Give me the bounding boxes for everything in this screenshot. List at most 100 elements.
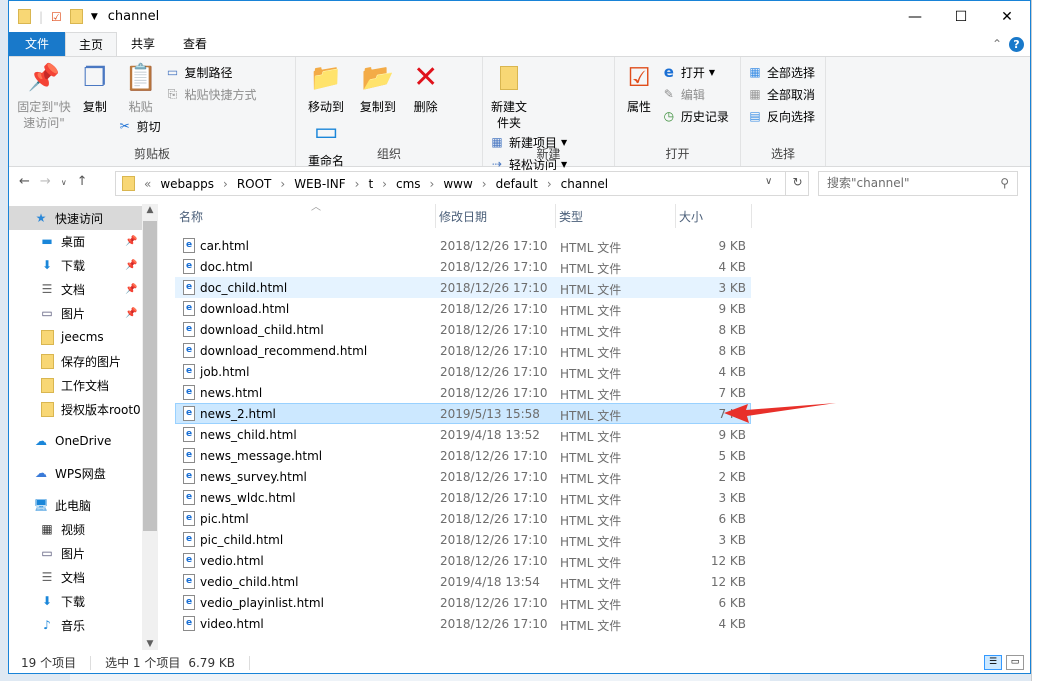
help-icon[interactable]: ?: [1009, 37, 1024, 52]
search-input[interactable]: 搜索"channel" ⚲: [818, 171, 1018, 196]
breadcrumb-chevron-icon[interactable]: ›: [280, 177, 285, 191]
tab-share[interactable]: 共享: [117, 32, 169, 56]
file-row[interactable]: e doc.html 2018/12/26 17:10 HTML 文件 4 KB: [175, 256, 751, 277]
copy-button[interactable]: ❐ 复制: [77, 61, 113, 115]
forward-button[interactable]: →: [40, 174, 51, 192]
paste-shortcut-button[interactable]: ⎘ 粘贴快捷方式: [164, 83, 257, 105]
paste-button[interactable]: 📋 粘贴: [117, 61, 165, 115]
sidebar-item-7[interactable]: 工作文档: [9, 373, 142, 397]
edit-button[interactable]: ✎ 编辑: [661, 83, 729, 105]
sidebar-item-4[interactable]: ▭ 图片 📌: [9, 301, 142, 325]
scrollbar-thumb[interactable]: [143, 221, 157, 531]
file-row[interactable]: e pic.html 2018/12/26 17:10 HTML 文件 6 KB: [175, 508, 751, 529]
tab-file[interactable]: 文件: [9, 32, 65, 56]
properties-button[interactable]: ☑ 属性: [621, 61, 657, 115]
sidebar-item-5[interactable]: jeecms: [9, 325, 142, 349]
sidebar-item-6[interactable]: 保存的图片: [9, 349, 142, 373]
file-row[interactable]: enews_2.html2019/5/13 15:58HTML 文件7 KB: [175, 403, 751, 424]
sidebar-item-16[interactable]: ♪ 音乐: [9, 613, 142, 637]
sidebar-item-1[interactable]: ▬ 桌面 📌: [9, 229, 142, 253]
refresh-button[interactable]: ↻: [785, 171, 809, 196]
breadcrumb-web-inf[interactable]: WEB-INF: [294, 177, 345, 191]
scroll-down-icon[interactable]: ▼: [142, 639, 158, 649]
breadcrumb-www[interactable]: www: [443, 177, 472, 191]
select-all-button[interactable]: ▦ 全部选择: [747, 61, 819, 83]
sidebar-item-0[interactable]: ★ 快速访问: [9, 206, 142, 230]
breadcrumb-t[interactable]: t: [368, 177, 373, 191]
file-row[interactable]: e news_survey.html 2018/12/26 17:10 HTML 文件…: [175, 466, 751, 487]
breadcrumb-chevron-icon[interactable]: ›: [355, 177, 360, 191]
open-button[interactable]: e 打开 ▼: [661, 61, 729, 83]
file-row[interactable]: e news_message.html 2018/12/26 17:10 HTML 文…: [175, 445, 751, 466]
file-row[interactable]: e job.html 2018/12/26 17:10 HTML 文件 4 KB: [175, 361, 751, 382]
column-date[interactable]: 修改日期: [435, 208, 555, 228]
pin-icon[interactable]: 📌: [125, 308, 137, 319]
navigation-scrollbar[interactable]: ▲ ▼: [142, 204, 158, 650]
copy-path-button[interactable]: ▭ 复制路径: [164, 61, 256, 83]
move-to-button[interactable]: 📁 移动到: [302, 61, 350, 115]
pin-icon[interactable]: 📌: [125, 260, 137, 271]
close-button[interactable]: ✕: [984, 1, 1030, 32]
breadcrumb-chevron-icon[interactable]: ›: [547, 177, 552, 191]
file-row[interactable]: e pic_child.html 2018/12/26 17:10 HTML 文件 3 …: [175, 529, 751, 550]
tab-view[interactable]: 查看: [169, 32, 221, 56]
file-row[interactable]: e download.html 2018/12/26 17:10 HTML 文件 9 K…: [175, 298, 751, 319]
new-folder-button[interactable]: 新建文件夹: [489, 61, 529, 131]
maximize-button[interactable]: ☐: [938, 1, 984, 32]
breadcrumb-chevron-icon[interactable]: ›: [223, 177, 228, 191]
file-row[interactable]: e download_recommend.html 2018/12/26 17:10…: [175, 340, 751, 361]
sidebar-item-14[interactable]: ☰ 文档: [9, 565, 142, 589]
properties-icon[interactable]: ☑: [51, 10, 62, 24]
delete-button[interactable]: ✕ 删除: [406, 61, 446, 115]
customize-dropdown-icon[interactable]: ▼: [91, 12, 98, 22]
new-folder-icon[interactable]: [69, 9, 83, 24]
history-button[interactable]: ◷ 历史记录: [661, 105, 729, 127]
scroll-up-icon[interactable]: ▲: [142, 205, 158, 215]
recent-dropdown-icon[interactable]: ∨: [61, 174, 67, 192]
collapse-ribbon-icon[interactable]: ⌃: [992, 37, 1002, 51]
file-row[interactable]: e video.html 2018/12/26 17:10 HTML 文件 4 KB: [175, 613, 751, 634]
file-row[interactable]: e vedio_child.html 2019/4/18 13:54 HTML 文件 1…: [175, 571, 751, 592]
copy-to-button[interactable]: 📂 复制到: [354, 61, 402, 115]
file-row[interactable]: e news_child.html 2019/4/18 13:52 HTML 文件 9 …: [175, 424, 751, 445]
file-row[interactable]: e vedio.html 2018/12/26 17:10 HTML 文件 12 KB: [175, 550, 751, 571]
large-icons-view-icon[interactable]: ▭: [1006, 655, 1024, 670]
breadcrumb-chevron-icon[interactable]: ›: [482, 177, 487, 191]
tab-home[interactable]: 主页: [65, 32, 117, 56]
up-button[interactable]: ↑: [77, 174, 88, 192]
file-row[interactable]: e download_child.html 2018/12/26 17:10 HTML…: [175, 319, 751, 340]
breadcrumb-default[interactable]: default: [496, 177, 538, 191]
invert-selection-button[interactable]: ▤ 反向选择: [747, 105, 819, 127]
sidebar-item-11[interactable]: 🖥 此电脑: [9, 493, 142, 517]
sidebar-item-2[interactable]: ⬇ 下载 📌: [9, 253, 142, 277]
sidebar-item-15[interactable]: ⬇ 下载: [9, 589, 142, 613]
cut-button[interactable]: ✂ 剪切: [117, 115, 161, 137]
file-row[interactable]: e vedio_playinlist.html 2018/12/26 17:10 HT…: [175, 592, 751, 613]
sidebar-item-9[interactable]: ☁ OneDrive: [9, 429, 142, 453]
file-row[interactable]: e news_wldc.html 2018/12/26 17:10 HTML 文件 3 …: [175, 487, 751, 508]
select-none-button[interactable]: ▦ 全部取消: [747, 83, 819, 105]
address-dropdown-icon[interactable]: ∨: [765, 176, 772, 187]
file-row[interactable]: e car.html 2018/12/26 17:10 HTML 文件 9 KB: [175, 235, 751, 256]
overflow-chevron[interactable]: «: [144, 177, 151, 191]
breadcrumb-root[interactable]: ROOT: [237, 177, 272, 191]
sidebar-item-3[interactable]: ☰ 文档 📌: [9, 277, 142, 301]
breadcrumb-cms[interactable]: cms: [396, 177, 421, 191]
file-row[interactable]: e news.html 2018/12/26 17:10 HTML 文件 7 KB: [175, 382, 751, 403]
pin-icon[interactable]: 📌: [125, 236, 137, 247]
sidebar-item-13[interactable]: ▭ 图片: [9, 541, 142, 565]
breadcrumb-chevron-icon[interactable]: ›: [382, 177, 387, 191]
minimize-button[interactable]: —: [892, 1, 938, 32]
pin-icon[interactable]: 📌: [125, 284, 137, 295]
details-view-icon[interactable]: ☰: [984, 655, 1002, 670]
breadcrumb-channel[interactable]: channel: [561, 177, 608, 191]
column-type[interactable]: 类型: [555, 208, 675, 228]
pin-quick-access-button[interactable]: 📌 固定到"快速访问": [15, 61, 73, 131]
sidebar-item-8[interactable]: 授权版本root0: [9, 397, 142, 421]
breadcrumb-chevron-icon[interactable]: ›: [430, 177, 435, 191]
breadcrumb-webapps[interactable]: webapps: [160, 177, 214, 191]
column-name[interactable]: 名称: [175, 208, 435, 228]
sidebar-item-12[interactable]: ▦ 视频: [9, 517, 142, 541]
file-row[interactable]: e doc_child.html 2018/12/26 17:10 HTML 文件 3 …: [175, 277, 751, 298]
column-size[interactable]: 大小: [675, 208, 751, 228]
